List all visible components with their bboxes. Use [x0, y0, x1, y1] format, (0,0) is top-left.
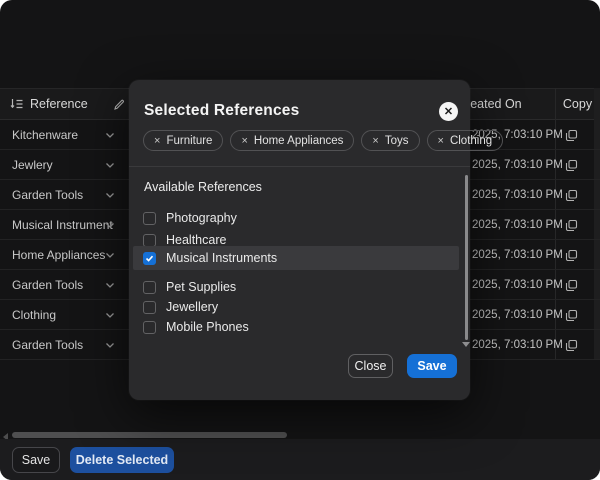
option-label: Musical Instruments: [166, 251, 278, 265]
reference-cell: Garden Tools: [12, 337, 84, 352]
chevron-down-icon[interactable]: [104, 339, 116, 351]
option-label: Jewellery: [166, 300, 219, 314]
copy-icon[interactable]: [563, 187, 579, 203]
modal-save-button[interactable]: Save: [407, 354, 457, 378]
copy-icon[interactable]: [563, 127, 579, 143]
option-label: Photography: [166, 211, 237, 225]
reference-cell: Musical Instrument: [12, 217, 113, 232]
chevron-down-icon[interactable]: [104, 279, 116, 291]
edit-column-button[interactable]: [111, 97, 127, 113]
reference-cell: Clothing: [12, 307, 57, 322]
pencil-icon: [114, 99, 124, 110]
copy-icon[interactable]: [563, 307, 579, 323]
created-on-cell: 2025, 7:03:10 PM: [472, 218, 563, 231]
copy-icon[interactable]: [563, 337, 579, 353]
modal-scrollbar[interactable]: [465, 175, 468, 340]
scroll-down-arrow-icon[interactable]: [462, 342, 470, 347]
copy-header-label: Copy: [562, 97, 593, 111]
chevron-down-icon[interactable]: [104, 309, 116, 321]
checkbox-unchecked[interactable]: [143, 300, 156, 314]
selected-tags-row: × Furniture × Home Appliances × Toys × C…: [143, 130, 504, 151]
option-jewellery[interactable]: Jewellery: [133, 297, 459, 317]
horizontal-scrollbar[interactable]: [12, 432, 287, 438]
reference-cell: Kitchenware: [12, 127, 79, 142]
tag-label: Home Appliances: [253, 134, 344, 147]
option-photography[interactable]: Photography: [133, 208, 459, 228]
created-on-cell: 2025, 7:03:10 PM: [472, 278, 563, 291]
check-icon: [145, 255, 154, 262]
created-on-cell: 2025, 7:03:10 PM: [472, 188, 563, 201]
selected-references-modal: Selected References ✕ × Furniture × Home…: [129, 80, 504, 400]
option-mobile-phones[interactable]: Mobile Phones: [133, 317, 459, 337]
option-pet-supplies[interactable]: Pet Supplies: [133, 277, 459, 297]
modal-close-button[interactable]: Close: [348, 354, 393, 378]
tag-home-appliances[interactable]: × Home Appliances: [230, 130, 355, 151]
created-on-cell: 2025, 7:03:10 PM: [472, 158, 563, 171]
tag-clothing[interactable]: × Clothing: [426, 130, 504, 151]
checkbox-checked[interactable]: [143, 251, 156, 265]
close-icon[interactable]: ✕: [439, 102, 458, 121]
remove-tag-icon[interactable]: ×: [154, 135, 160, 147]
tag-label: Furniture: [166, 134, 213, 147]
checkbox-unchecked[interactable]: [143, 320, 156, 334]
option-label: Pet Supplies: [166, 280, 237, 294]
copy-icon[interactable]: [563, 277, 579, 293]
reference-header-label: Reference: [30, 97, 88, 111]
app-window: Reference Created On Copy Kitchenware 20…: [0, 0, 600, 480]
option-label: Mobile Phones: [166, 320, 249, 334]
footer-bar: Save Delete Selected: [0, 439, 600, 480]
available-references-heading: Available References: [144, 180, 262, 194]
created-on-cell: 2025, 7:03:10 PM: [472, 308, 563, 321]
created-on-cell: 2025, 7:03:10 PM: [472, 338, 563, 351]
reference-cell: Garden Tools: [12, 187, 84, 202]
remove-tag-icon[interactable]: ×: [438, 135, 444, 147]
remove-tag-icon[interactable]: ×: [241, 135, 247, 147]
section-divider: [129, 166, 470, 167]
checkbox-unchecked[interactable]: [143, 280, 156, 294]
save-button[interactable]: Save: [12, 447, 60, 473]
remove-tag-icon[interactable]: ×: [372, 135, 378, 147]
chevron-down-icon[interactable]: [104, 189, 116, 201]
reference-cell: Jewlery: [12, 157, 53, 172]
chevron-down-icon[interactable]: [104, 129, 116, 141]
reference-column-header[interactable]: Reference: [10, 89, 88, 119]
created-on-cell: 2025, 7:03:10 PM: [472, 248, 563, 261]
modal-title: Selected References: [144, 102, 300, 119]
chevron-down-icon[interactable]: [104, 159, 116, 171]
tag-label: Clothing: [449, 134, 493, 147]
checkbox-unchecked[interactable]: [143, 211, 156, 225]
copy-icon[interactable]: [563, 217, 579, 233]
checkbox-unchecked[interactable]: [143, 233, 156, 247]
tag-furniture[interactable]: × Furniture: [143, 130, 224, 151]
tag-label: Toys: [384, 134, 409, 147]
option-label: Healthcare: [166, 233, 227, 247]
reference-cell: Garden Tools: [12, 277, 84, 292]
copy-icon[interactable]: [563, 247, 579, 263]
chevron-down-icon[interactable]: [104, 219, 116, 231]
sort-list-icon: [10, 98, 23, 110]
reference-cell: Home Appliances: [12, 247, 106, 262]
tag-toys[interactable]: × Toys: [361, 130, 420, 151]
delete-selected-button[interactable]: Delete Selected: [70, 447, 174, 473]
copy-icon[interactable]: [563, 157, 579, 173]
chevron-down-icon[interactable]: [104, 249, 116, 261]
option-musical-instruments[interactable]: Musical Instruments: [133, 246, 459, 270]
